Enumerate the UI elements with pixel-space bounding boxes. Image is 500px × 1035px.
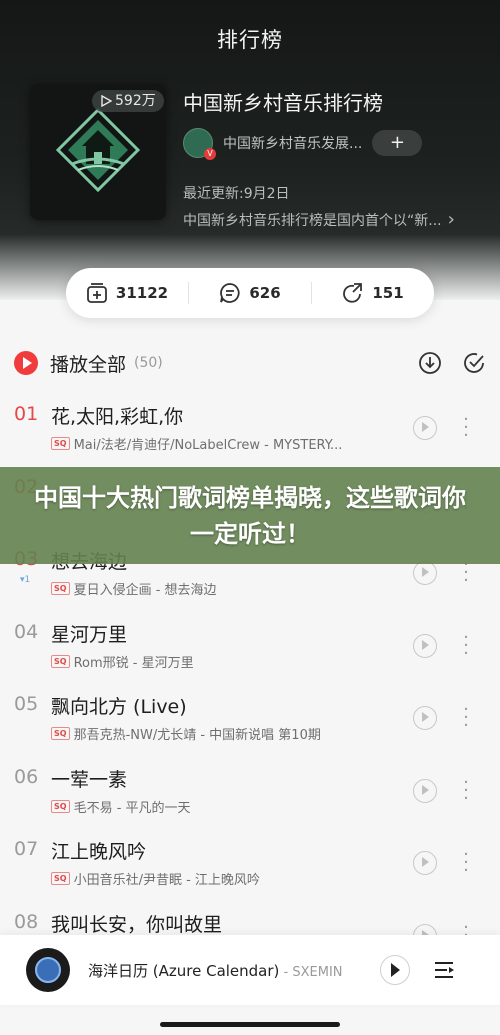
song-artist: Mai/法老/肯迪仔/NoLabelCrew - MYSTERY...	[73, 438, 343, 453]
play-video-icon[interactable]	[413, 706, 437, 730]
song-title: 星河万里	[51, 623, 128, 646]
play-count-value: 592万	[115, 93, 156, 109]
play-count-badge: 592万	[92, 90, 164, 112]
song-artist: 那吾克热-NW/尤长靖 - 中国新说唱 第10期	[73, 728, 321, 743]
creator-avatar[interactable]: V	[183, 128, 216, 160]
sq-badge: SQ	[51, 437, 70, 450]
playlist-name: 中国新乡村音乐排行榜	[183, 91, 383, 115]
song-artist: 毛不易 - 平凡的一天	[73, 800, 191, 816]
follow-button[interactable]: +	[372, 130, 423, 156]
playlist-queue-icon[interactable]	[432, 958, 456, 982]
play-icon[interactable]	[380, 955, 410, 985]
village-logo-icon	[55, 107, 141, 193]
song-meta: SQ 毛不易 - 平凡的一天	[51, 797, 191, 816]
play-video-icon[interactable]	[413, 561, 437, 585]
song-rank: 01	[14, 403, 39, 425]
song-rank: 06	[14, 765, 39, 788]
now-playing[interactable]: 海洋日历 (Azure Calendar) - SXEMIN	[88, 960, 362, 981]
song-title: 一荤一素	[51, 768, 128, 791]
song-artist: 夏日入侵企画 - 想去海边	[73, 583, 217, 598]
song-row[interactable]: 01 花,太阳,彩虹,你 SQ Mai/法老/肯迪仔/NoLabelCrew -…	[0, 393, 500, 466]
sq-badge: SQ	[51, 654, 70, 668]
creator-name[interactable]: 中国新乡村音乐发展...	[223, 133, 362, 153]
song-artist: 小田音乐社/尹昔眠 - 江上晚风吟	[73, 873, 260, 888]
play-video-icon[interactable]	[413, 416, 437, 440]
song-row[interactable]: 05 飘向北方 (Live) SQ 那吾克热-NW/尤长靖 - 中国新说唱 第1…	[0, 683, 500, 756]
now-playing-title: 海洋日历 (Azure Calendar)	[88, 961, 280, 980]
description-text: 中国新乡村音乐排行榜是国内首个以“新...	[183, 212, 442, 229]
play-video-icon[interactable]	[413, 851, 437, 875]
headline-banner: 中国十大热门歌词榜单揭晓，这些歌词你一定听过！	[0, 467, 500, 564]
playlist-description[interactable]: 中国新乡村音乐排行榜是国内首个以“新... ›	[183, 209, 455, 230]
collect-button[interactable]: 31122	[66, 282, 188, 304]
home-indicator[interactable]	[160, 1022, 340, 1027]
play-all-tools	[418, 351, 486, 375]
sq-badge: SQ	[51, 582, 70, 595]
comment-button[interactable]: 626	[188, 282, 311, 304]
song-row[interactable]: 06 一荤一素 SQ 毛不易 - 平凡的一天 · · ·	[0, 756, 500, 829]
play-all-icon[interactable]	[14, 351, 38, 375]
album-art	[35, 957, 61, 983]
comment-icon	[220, 283, 240, 303]
now-playing-artist: - SXEMIN	[279, 964, 343, 980]
more-vertical-icon[interactable]: ···	[462, 556, 470, 590]
song-title: 花,太阳,彩虹,你	[51, 406, 184, 428]
page-title: 排行榜	[217, 28, 283, 52]
sq-badge: SQ	[51, 799, 70, 813]
song-rank: 04	[14, 620, 39, 643]
song-meta: SQ 小田音乐社/尹昔眠 - 江上晚风吟	[51, 869, 260, 888]
play-video-icon[interactable]	[413, 633, 437, 658]
share-icon	[343, 283, 363, 303]
more-vertical-icon[interactable]: ···	[462, 846, 470, 880]
collect-count: 31122	[115, 284, 169, 302]
more-vertical-icon[interactable]: ···	[462, 701, 470, 735]
song-meta: SQ 那吾克热-NW/尤长靖 - 中国新说唱 第10期	[51, 724, 321, 743]
song-meta: SQ 夏日入侵企画 - 想去海边	[51, 579, 217, 598]
song-title: 飘向北方 (Live)	[51, 696, 187, 718]
more-vertical-icon[interactable]: ···	[462, 628, 470, 662]
song-rank: 07	[14, 838, 39, 860]
song-count: (50)	[134, 355, 163, 371]
song-rank: 05	[14, 693, 39, 715]
mini-player[interactable]: 海洋日历 (Azure Calendar) - SXEMIN	[0, 935, 500, 1005]
update-date: 最近更新:9月2日	[183, 186, 290, 202]
song-meta: SQ Mai/法老/肯迪仔/NoLabelCrew - MYSTERY...	[51, 434, 342, 453]
song-meta: SQ Rom邢锐 - 星河万里	[51, 652, 194, 671]
sq-badge: SQ	[51, 727, 70, 740]
more-vertical-icon[interactable]: ···	[462, 773, 470, 807]
playlist-header: 排行榜 592万 中国新乡村音乐排行榜 V 中国新乡村音乐发展... + 最近更…	[0, 0, 500, 318]
song-artist: Rom邢锐 - 星河万里	[73, 655, 194, 671]
add-to-collection-icon	[87, 283, 107, 303]
play-all-label[interactable]: 播放全部	[50, 350, 126, 377]
download-icon[interactable]	[418, 351, 442, 375]
play-video-icon[interactable]	[413, 778, 437, 803]
album-disc[interactable]	[26, 948, 70, 992]
multi-select-icon[interactable]	[462, 351, 486, 375]
song-rank: 08	[14, 910, 39, 933]
comment-count: 626	[249, 284, 281, 302]
song-title: 江上晚风吟	[51, 841, 147, 863]
action-bar: 31122 626 151	[66, 268, 434, 318]
play-triangle-icon	[101, 95, 112, 107]
play-all-row[interactable]: 播放全部 (50)	[14, 346, 486, 380]
creator-row[interactable]: V 中国新乡村音乐发展... +	[183, 128, 423, 160]
share-count: 151	[372, 284, 404, 302]
more-vertical-icon[interactable]: ···	[462, 411, 470, 445]
sq-badge: SQ	[51, 872, 70, 885]
song-title: 我叫长安，你叫故里	[51, 913, 223, 936]
verified-badge: V	[204, 148, 216, 160]
banner-text: 中国十大热门歌词榜单揭晓，这些歌词你一定听过！	[34, 483, 466, 548]
chevron-right-icon: ›	[447, 209, 455, 230]
song-row[interactable]: 07 江上晚风吟 SQ 小田音乐社/尹昔眠 - 江上晚风吟 · · ·	[0, 828, 500, 901]
share-button[interactable]: 151	[311, 282, 434, 304]
song-row[interactable]: 04 星河万里 SQ Rom邢锐 - 星河万里 · · ·	[0, 611, 500, 684]
rank-change: ▾1	[20, 575, 31, 585]
